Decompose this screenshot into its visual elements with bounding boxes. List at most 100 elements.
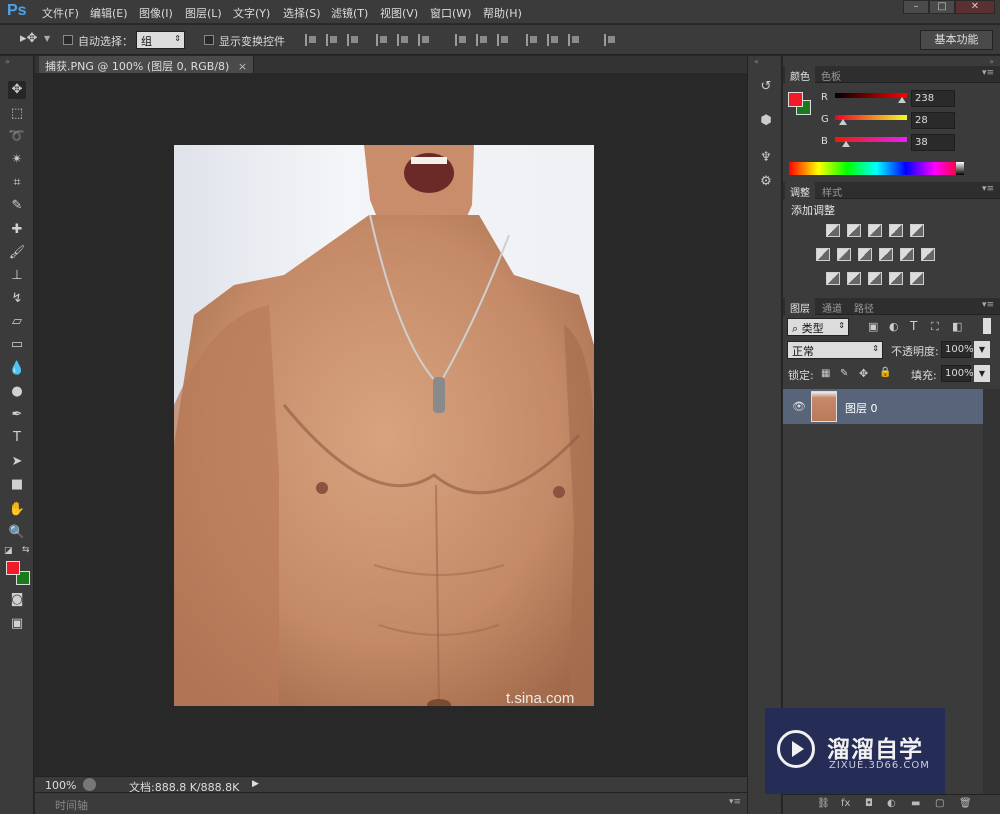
green-slider[interactable] bbox=[835, 115, 907, 125]
green-value-field[interactable]: 28 bbox=[911, 112, 955, 129]
minimize-button[interactable]: – bbox=[903, 0, 929, 14]
red-slider-thumb[interactable] bbox=[897, 97, 906, 103]
tab-paths[interactable]: 路径 bbox=[849, 300, 879, 315]
collapse-toolbar-icon[interactable]: » bbox=[5, 57, 10, 66]
new-layer-icon[interactable]: ▢ bbox=[935, 798, 944, 809]
pen-tool-icon[interactable]: ✒ bbox=[8, 406, 26, 424]
hue-saturation-icon[interactable] bbox=[816, 248, 830, 261]
clone-stamp-tool-icon[interactable]: ⊥ bbox=[8, 267, 26, 285]
tab-color[interactable]: 颜色 bbox=[785, 66, 815, 83]
screen-mode-icon[interactable]: ▣ bbox=[8, 615, 26, 633]
lock-all-icon[interactable]: 🔒 bbox=[879, 367, 891, 378]
show-transform-checkbox[interactable] bbox=[204, 35, 214, 45]
tab-swatches[interactable]: 色板 bbox=[816, 68, 846, 83]
healing-brush-tool-icon[interactable]: ✚ bbox=[8, 221, 26, 239]
hand-tool-icon[interactable]: ✋ bbox=[8, 501, 26, 519]
panel-menu-icon[interactable]: ▾≡ bbox=[729, 797, 741, 807]
tab-styles[interactable]: 样式 bbox=[817, 184, 847, 199]
gradient-tool-icon[interactable]: ▭ bbox=[8, 336, 26, 354]
blue-value-field[interactable]: 38 bbox=[911, 134, 955, 151]
rectangle-tool-icon[interactable]: ■ bbox=[8, 476, 26, 494]
auto-align-icon[interactable] bbox=[604, 34, 616, 46]
vibrance-icon[interactable] bbox=[910, 224, 924, 237]
tab-adjustments[interactable]: 调整 bbox=[785, 182, 815, 199]
filter-smart-object-icon[interactable]: ◧ bbox=[952, 320, 962, 333]
new-group-icon[interactable]: ▬ bbox=[911, 798, 920, 809]
lock-pixels-icon[interactable]: ✎ bbox=[840, 368, 848, 379]
align-right-icon[interactable] bbox=[418, 34, 430, 46]
brush-panel-icon[interactable]: ♆ bbox=[757, 149, 775, 167]
zoom-tool-icon[interactable]: 🔍 bbox=[8, 524, 26, 542]
collapse-dock-icon[interactable]: « bbox=[754, 57, 759, 66]
eyedropper-tool-icon[interactable]: ✎ bbox=[8, 197, 26, 215]
color-panel-foreground-swatch[interactable] bbox=[788, 92, 803, 107]
dodge-tool-icon[interactable]: ● bbox=[8, 383, 26, 401]
document-tab[interactable]: 捕获.PNG @ 100% (图层 0, RGB/8) × bbox=[39, 56, 255, 73]
levels-icon[interactable] bbox=[847, 224, 861, 237]
close-tab-icon[interactable]: × bbox=[238, 60, 247, 73]
align-left-icon[interactable] bbox=[376, 34, 388, 46]
curves-icon[interactable] bbox=[868, 224, 882, 237]
workspace-switcher-button[interactable]: 基本功能 bbox=[920, 30, 993, 50]
distribute-bottom-icon[interactable] bbox=[497, 34, 509, 46]
history-panel-icon[interactable]: ↺ bbox=[757, 78, 775, 96]
zoom-level[interactable]: 100% bbox=[45, 779, 76, 792]
menu-edit[interactable]: 编辑(E) bbox=[90, 5, 128, 21]
status-menu-arrow-icon[interactable]: ▶ bbox=[252, 779, 259, 789]
layer-name[interactable]: 图层 0 bbox=[845, 400, 878, 416]
history-brush-tool-icon[interactable]: ↯ bbox=[8, 290, 26, 308]
menu-image[interactable]: 图像(I) bbox=[139, 5, 173, 21]
delete-layer-icon[interactable]: 🗑 bbox=[959, 798, 972, 809]
menu-select[interactable]: 选择(S) bbox=[283, 5, 321, 21]
brush-tool-icon[interactable]: 🖌 bbox=[8, 244, 26, 262]
marquee-tool-icon[interactable]: ⬚ bbox=[8, 105, 26, 123]
exposure-icon[interactable] bbox=[889, 224, 903, 237]
brightness-contrast-icon[interactable] bbox=[826, 224, 840, 237]
type-tool-icon[interactable]: T bbox=[8, 429, 26, 447]
menu-window[interactable]: 窗口(W) bbox=[430, 5, 471, 21]
swap-colors-icon[interactable]: ⇆ bbox=[22, 545, 30, 555]
distribute-vcenter-icon[interactable] bbox=[476, 34, 488, 46]
panel-menu-icon[interactable]: ▾≡ bbox=[982, 68, 994, 78]
color-spectrum-bar[interactable] bbox=[789, 162, 964, 175]
new-adjustment-layer-icon[interactable]: ◐ bbox=[887, 798, 896, 809]
foreground-color-swatch[interactable] bbox=[6, 561, 20, 575]
add-mask-icon[interactable]: ◘ bbox=[865, 798, 873, 809]
channel-mixer-icon[interactable] bbox=[900, 248, 914, 261]
panel-menu-icon[interactable]: ▾≡ bbox=[982, 300, 994, 310]
visibility-eye-icon[interactable]: 👁 bbox=[792, 400, 806, 413]
magic-wand-tool-icon[interactable]: ✴ bbox=[8, 151, 26, 169]
move-tool-icon[interactable]: ✥ bbox=[8, 81, 26, 99]
align-hcenter-icon[interactable] bbox=[397, 34, 409, 46]
quick-mask-icon[interactable]: ◙ bbox=[8, 591, 26, 609]
posterize-icon[interactable] bbox=[847, 272, 861, 285]
filter-toggle[interactable] bbox=[983, 318, 991, 334]
status-info-icon[interactable] bbox=[83, 778, 96, 791]
distribute-right-icon[interactable] bbox=[568, 34, 580, 46]
align-bottom-icon[interactable] bbox=[347, 34, 359, 46]
align-vcenter-icon[interactable] bbox=[326, 34, 338, 46]
link-layers-icon[interactable]: ⛓ bbox=[817, 798, 830, 809]
selective-color-icon[interactable] bbox=[889, 272, 903, 285]
collapse-panels-icon[interactable]: » bbox=[989, 57, 994, 66]
green-slider-thumb[interactable] bbox=[838, 119, 847, 125]
gradient-map-icon[interactable] bbox=[910, 272, 924, 285]
color-balance-icon[interactable] bbox=[837, 248, 851, 261]
tab-channels[interactable]: 通道 bbox=[817, 300, 847, 315]
chevron-down-icon[interactable]: ▼ bbox=[44, 34, 50, 43]
menu-type[interactable]: 文字(Y) bbox=[233, 5, 270, 21]
default-colors-icon[interactable]: ◪ bbox=[4, 546, 13, 556]
close-button[interactable]: ✕ bbox=[955, 0, 995, 14]
blur-tool-icon[interactable]: 💧 bbox=[8, 360, 26, 378]
3d-panel-icon[interactable]: ⬢ bbox=[757, 112, 775, 130]
crop-tool-icon[interactable]: ⌗ bbox=[8, 174, 26, 192]
red-value-field[interactable]: 238 bbox=[911, 90, 955, 107]
eraser-tool-icon[interactable]: ▱ bbox=[8, 313, 26, 331]
threshold-icon[interactable] bbox=[868, 272, 882, 285]
lasso-tool-icon[interactable]: ➰ bbox=[8, 128, 26, 146]
opacity-field[interactable]: 100% bbox=[941, 341, 974, 358]
fill-field[interactable]: 100% bbox=[941, 365, 974, 382]
move-tool-preset-icon[interactable]: ▸✥ bbox=[20, 31, 37, 46]
panel-menu-icon[interactable]: ▾≡ bbox=[982, 184, 994, 194]
photo-filter-icon[interactable] bbox=[879, 248, 893, 261]
